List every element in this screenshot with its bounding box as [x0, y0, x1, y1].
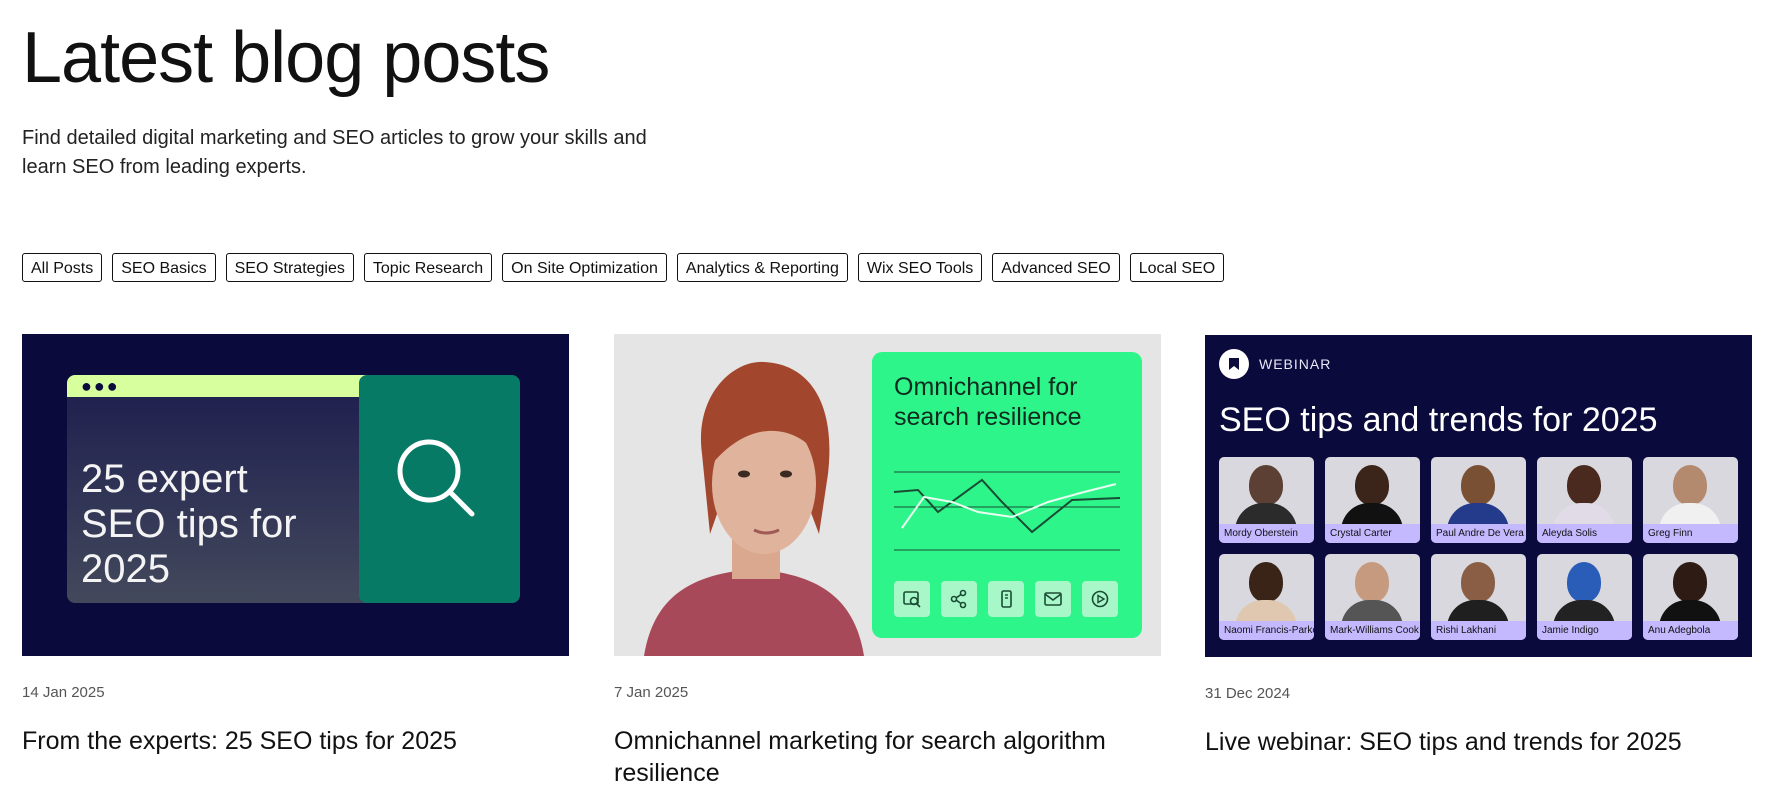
channel-icon-row — [894, 581, 1118, 617]
post-date: 7 Jan 2025 — [614, 684, 689, 701]
speaker-name: Aleyda Solis — [1537, 524, 1632, 543]
speaker-name: Naomi Francis-Parker — [1219, 621, 1314, 640]
filter-all-posts[interactable]: All Posts — [22, 253, 103, 282]
speaker-tile: Mark-Williams Cook — [1325, 554, 1420, 640]
speaker-name: Jamie Indigo — [1537, 621, 1632, 640]
filter-seo-strategies[interactable]: SEO Strategies — [225, 253, 354, 282]
post-title[interactable]: Live webinar: SEO tips and trends for 20… — [1205, 726, 1752, 758]
speaker-tile: Naomi Francis-Parker — [1219, 554, 1314, 640]
webinar-badge-label: WEBINAR — [1259, 356, 1332, 372]
thumbnail-headline: SEO tips and trends for 2025 — [1219, 401, 1658, 439]
post-title[interactable]: Omnichannel marketing for search algorit… — [614, 725, 1161, 789]
post-thumbnail[interactable]: WEBINAR SEO tips and trends for 2025 Mor… — [1205, 335, 1752, 657]
mobile-icon — [988, 581, 1024, 617]
page-title: Latest blog posts — [22, 18, 550, 98]
promo-card: Omnichannel for search resilience — [872, 352, 1142, 638]
window-dots-icon: ●●● — [81, 376, 120, 396]
speaker-tile: Paul Andre De Vera — [1431, 457, 1526, 543]
speaker-name: Rishi Lakhani — [1431, 621, 1526, 640]
speaker-tile: Anu Adegbola — [1643, 554, 1738, 640]
blog-post-card[interactable]: Omnichannel for search resilience 7 Jan … — [614, 334, 1161, 789]
category-filter-bar: All Posts SEO Basics SEO Strategies Topi… — [22, 253, 1225, 282]
filter-seo-basics[interactable]: SEO Basics — [112, 253, 216, 282]
blog-post-card[interactable]: ●●● 25 expert SEO tips for 2025 14 Jan 2… — [22, 334, 569, 757]
thumbnail-headline: 25 expert SEO tips for 2025 — [81, 457, 297, 591]
email-icon — [1035, 581, 1071, 617]
search-panel — [359, 375, 520, 603]
share-icon — [941, 581, 977, 617]
filter-topic-research[interactable]: Topic Research — [363, 253, 493, 282]
filter-on-site-optimization[interactable]: On Site Optimization — [502, 253, 667, 282]
filter-local-seo[interactable]: Local SEO — [1129, 253, 1225, 282]
filter-analytics-reporting[interactable]: Analytics & Reporting — [676, 253, 848, 282]
speaker-tile: Crystal Carter — [1325, 457, 1420, 543]
author-portrait — [644, 361, 864, 656]
speaker-name: Mark-Williams Cook — [1325, 621, 1420, 640]
play-icon — [1082, 581, 1118, 617]
filter-wix-seo-tools[interactable]: Wix SEO Tools — [857, 253, 983, 282]
magnifier-icon — [397, 439, 475, 517]
speaker-name: Crystal Carter — [1325, 524, 1420, 543]
speaker-name: Anu Adegbola — [1643, 621, 1738, 640]
speaker-name: Greg Finn — [1643, 524, 1738, 543]
blog-post-card[interactable]: WEBINAR SEO tips and trends for 2025 Mor… — [1205, 335, 1752, 758]
filter-advanced-seo[interactable]: Advanced SEO — [992, 253, 1120, 282]
search-browser-icon — [894, 581, 930, 617]
speaker-tile: Aleyda Solis — [1537, 457, 1632, 543]
browser-window-graphic: ●●● 25 expert SEO tips for 2025 — [67, 375, 520, 603]
speaker-grid: Mordy Oberstein Crystal Carter Paul Andr… — [1219, 457, 1738, 640]
bookmark-icon — [1219, 349, 1249, 379]
post-thumbnail[interactable]: Omnichannel for search resilience — [614, 334, 1161, 656]
speaker-name: Paul Andre De Vera — [1431, 524, 1526, 543]
post-date: 31 Dec 2024 — [1205, 685, 1291, 702]
post-thumbnail[interactable]: ●●● 25 expert SEO tips for 2025 — [22, 334, 569, 656]
speaker-tile: Greg Finn — [1643, 457, 1738, 543]
thumbnail-headline: Omnichannel for search resilience — [894, 373, 1082, 431]
page-subtitle: Find detailed digital marketing and SEO … — [22, 127, 647, 178]
line-chart-graphic — [893, 471, 1121, 551]
speaker-tile: Rishi Lakhani — [1431, 554, 1526, 640]
speaker-tile: Mordy Oberstein — [1219, 457, 1314, 543]
speaker-name: Mordy Oberstein — [1219, 524, 1314, 543]
post-title[interactable]: From the experts: 25 SEO tips for 2025 — [22, 725, 569, 757]
speaker-tile: Jamie Indigo — [1537, 554, 1632, 640]
post-date: 14 Jan 2025 — [22, 684, 105, 701]
